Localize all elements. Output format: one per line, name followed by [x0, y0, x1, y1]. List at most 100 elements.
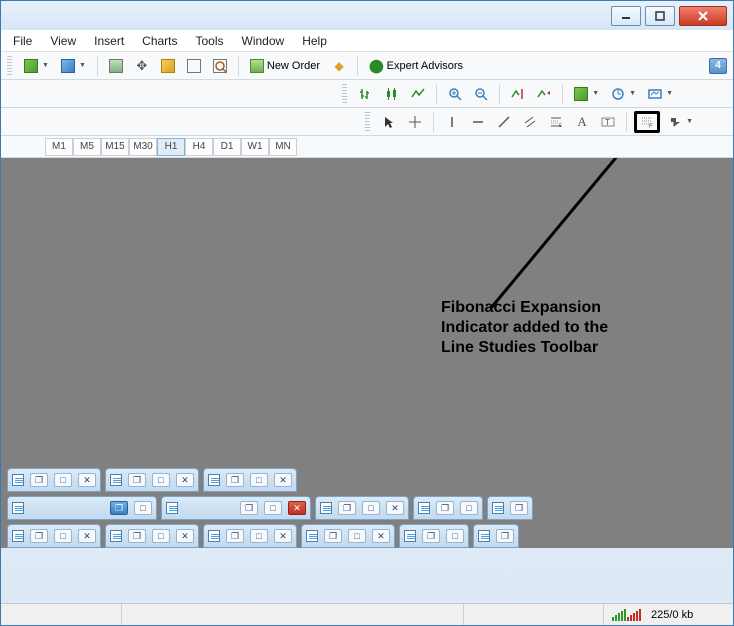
- chart-window-tab[interactable]: ❐ □ ✕: [203, 524, 297, 548]
- menu-file[interactable]: File: [13, 34, 32, 48]
- max-icon[interactable]: □: [348, 529, 366, 543]
- fibonacci-expansion-button[interactable]: F: [634, 111, 660, 133]
- chart-window-tab[interactable]: ❐ □ ✕: [7, 524, 101, 548]
- timeframe-m30[interactable]: M30: [129, 138, 157, 156]
- periodicity-button[interactable]: ▼: [607, 83, 640, 105]
- menu-insert[interactable]: Insert: [94, 34, 124, 48]
- restore-icon[interactable]: ❐: [110, 501, 128, 515]
- close-icon[interactable]: ✕: [288, 501, 306, 515]
- timeframe-m5[interactable]: M5: [73, 138, 101, 156]
- max-icon[interactable]: □: [362, 501, 380, 515]
- chart-window-tab[interactable]: ❐ □ ✕: [301, 524, 395, 548]
- text-button[interactable]: A: [571, 111, 593, 133]
- max-icon[interactable]: □: [152, 529, 170, 543]
- bar-chart-button[interactable]: [355, 83, 377, 105]
- restore-icon[interactable]: ❐: [30, 473, 48, 487]
- restore-icon[interactable]: ❐: [436, 501, 454, 515]
- restore-icon[interactable]: ❐: [496, 529, 514, 543]
- chart-window-tab[interactable]: ❐ □ ✕: [105, 468, 199, 492]
- restore-icon[interactable]: ❐: [226, 529, 244, 543]
- meta-quotes-button[interactable]: ◆: [328, 55, 350, 77]
- restore-icon[interactable]: ❐: [240, 501, 258, 515]
- menu-charts[interactable]: Charts: [142, 34, 177, 48]
- new-chart-button[interactable]: ▼: [20, 55, 53, 77]
- max-icon[interactable]: □: [134, 501, 152, 515]
- arrows-button[interactable]: ▼: [664, 111, 697, 133]
- chart-window-tab[interactable]: ❐ □ ✕: [161, 496, 311, 520]
- data-window-button[interactable]: ✥: [131, 55, 153, 77]
- timeframe-h4[interactable]: H4: [185, 138, 213, 156]
- navigator-button[interactable]: [157, 55, 179, 77]
- max-icon[interactable]: □: [264, 501, 282, 515]
- close-icon[interactable]: ✕: [176, 529, 194, 543]
- new-order-button[interactable]: New Order: [246, 55, 324, 77]
- max-icon[interactable]: □: [54, 529, 72, 543]
- chart-window-tab[interactable]: ❐: [487, 496, 533, 520]
- candlestick-button[interactable]: [381, 83, 403, 105]
- toolbar-grip[interactable]: [342, 84, 347, 104]
- toolbar-grip[interactable]: [365, 112, 370, 132]
- auto-scroll-button[interactable]: [507, 83, 529, 105]
- chart-window-tab[interactable]: ❐ □ ✕: [105, 524, 199, 548]
- restore-icon[interactable]: ❐: [324, 529, 342, 543]
- restore-icon[interactable]: ❐: [422, 529, 440, 543]
- maximize-button[interactable]: [645, 6, 675, 26]
- strategy-tester-button[interactable]: [209, 55, 231, 77]
- status-connection[interactable]: 225/0 kb: [603, 604, 733, 625]
- timeframe-w1[interactable]: W1: [241, 138, 269, 156]
- menu-tools[interactable]: Tools: [196, 34, 224, 48]
- timeframe-mn[interactable]: MN: [269, 138, 297, 156]
- max-icon[interactable]: □: [54, 473, 72, 487]
- horizontal-line-button[interactable]: [467, 111, 489, 133]
- cursor-button[interactable]: [378, 111, 400, 133]
- fibonacci-retracement-button[interactable]: ᴇ: [545, 111, 567, 133]
- toolbar-grip[interactable]: [7, 56, 12, 76]
- max-icon[interactable]: □: [446, 529, 464, 543]
- close-icon[interactable]: ✕: [274, 529, 292, 543]
- zoom-out-button[interactable]: [470, 83, 492, 105]
- timeframe-m1[interactable]: M1: [45, 138, 73, 156]
- chart-window-tab[interactable]: ❐□✕: [203, 468, 297, 492]
- expert-advisors-button[interactable]: ⬤ Expert Advisors: [365, 55, 467, 77]
- max-icon[interactable]: □: [250, 529, 268, 543]
- menu-window[interactable]: Window: [242, 34, 285, 48]
- close-icon[interactable]: ✕: [78, 529, 96, 543]
- chart-window-tab[interactable]: ❐□: [413, 496, 483, 520]
- chart-window-tab[interactable]: ❐ □ ✕: [7, 468, 101, 492]
- terminal-button[interactable]: [183, 55, 205, 77]
- market-watch-button[interactable]: [105, 55, 127, 77]
- close-icon[interactable]: ✕: [176, 473, 194, 487]
- indicators-button[interactable]: ▼: [570, 83, 603, 105]
- max-icon[interactable]: □: [460, 501, 478, 515]
- close-button[interactable]: [679, 6, 727, 26]
- chart-window-tab[interactable]: ❐□✕: [315, 496, 409, 520]
- trendline-button[interactable]: [493, 111, 515, 133]
- timeframe-m15[interactable]: M15: [101, 138, 129, 156]
- restore-icon[interactable]: ❐: [128, 529, 146, 543]
- menu-view[interactable]: View: [50, 34, 76, 48]
- profiles-button[interactable]: ▼: [57, 55, 90, 77]
- chart-window-tab[interactable]: ❐□: [399, 524, 469, 548]
- close-icon[interactable]: ✕: [274, 473, 292, 487]
- chart-window-tab[interactable]: ❐□: [7, 496, 157, 520]
- restore-icon[interactable]: ❐: [226, 473, 244, 487]
- restore-icon[interactable]: ❐: [128, 473, 146, 487]
- restore-icon[interactable]: ❐: [30, 529, 48, 543]
- line-chart-button[interactable]: [407, 83, 429, 105]
- vertical-line-button[interactable]: [441, 111, 463, 133]
- max-icon[interactable]: □: [152, 473, 170, 487]
- close-icon[interactable]: ✕: [386, 501, 404, 515]
- zoom-in-button[interactable]: [444, 83, 466, 105]
- chart-window-tab[interactable]: ❐: [473, 524, 519, 548]
- close-icon[interactable]: ✕: [78, 473, 96, 487]
- restore-icon[interactable]: ❐: [510, 501, 528, 515]
- minimize-button[interactable]: [611, 6, 641, 26]
- timeframe-h1[interactable]: H1: [157, 138, 185, 156]
- equidistant-channel-button[interactable]: [519, 111, 541, 133]
- close-icon[interactable]: ✕: [372, 529, 390, 543]
- notification-badge[interactable]: 4: [709, 58, 727, 74]
- timeframe-d1[interactable]: D1: [213, 138, 241, 156]
- text-label-button[interactable]: T: [597, 111, 619, 133]
- templates-button[interactable]: ▼: [644, 83, 677, 105]
- menu-help[interactable]: Help: [302, 34, 327, 48]
